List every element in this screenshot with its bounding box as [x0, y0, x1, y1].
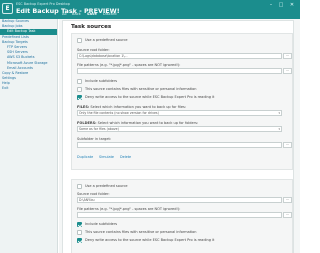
folders-description: FOLDERS: Select which information you wa…	[77, 121, 198, 125]
chevron-down-icon: ▾	[278, 111, 280, 115]
file-pattern-label-2: File patterns (e.g. "*.jpg|*.png" - spac…	[77, 207, 181, 211]
chevron-down-icon: ▾	[278, 127, 280, 131]
duplicate-link[interactable]: Duplicate	[77, 155, 93, 159]
files-select-value: Only the file contents (no show version …	[79, 111, 159, 115]
app-name: ESC Backup Expert Pro Desktop	[16, 2, 70, 6]
browse-button[interactable]: ...	[283, 53, 292, 59]
maximize-button[interactable]: □	[277, 2, 285, 8]
tab-discard[interactable]: Discard	[103, 12, 117, 16]
file-pattern-input-2[interactable]	[77, 212, 282, 218]
file-pattern-input[interactable]	[77, 68, 282, 74]
sidebar: Backup Sources Backup Jobs Edit Backup T…	[0, 19, 58, 253]
simulate-link[interactable]: Simulate	[99, 155, 114, 159]
deny-write-label: Deny write access to the source while ES…	[85, 95, 215, 99]
sensitive-label: This source contains files with sensitiv…	[85, 87, 197, 91]
source-card-1: Use a predefined source Source root fold…	[71, 33, 293, 170]
sensitive-label-2: This source contains files with sensitiv…	[85, 230, 197, 234]
minimize-button[interactable]: –	[267, 2, 275, 8]
use-predefined-checkbox[interactable]	[77, 38, 82, 43]
close-button[interactable]: ✕	[288, 2, 296, 8]
subfolder-label: Subfolder in target:	[77, 137, 112, 141]
root-folder-input[interactable]: C:\Logs\database\location 1\...	[77, 53, 282, 59]
include-subfolders-checkbox-2[interactable]	[77, 222, 82, 227]
subfolder-button[interactable]: ...	[283, 142, 292, 148]
folders-label: FOLDERS:	[77, 121, 97, 125]
root-folder-label: Source root folder:	[77, 48, 110, 52]
task-sources-heading: Task sources	[71, 24, 112, 30]
folders-select-value: Same as for files (above)	[79, 127, 119, 131]
task-sources-panel: Task sources Use a predefined source Sou…	[62, 20, 294, 253]
file-pattern-label: File patterns (e.g. "*.jpg|*.png" - spac…	[77, 63, 181, 67]
sidebar-item-exit[interactable]: Exit	[0, 86, 57, 91]
subfolder-input[interactable]	[77, 142, 282, 148]
delete-link[interactable]: Delete	[120, 155, 131, 159]
files-label: FILES:	[77, 105, 90, 109]
browse-button-2[interactable]: ...	[283, 197, 292, 203]
files-select[interactable]: Only the file contents (no show version …	[77, 110, 282, 116]
sensitive-checkbox-2[interactable]	[77, 230, 82, 235]
use-predefined-label: Use a predefined source	[85, 38, 128, 42]
tab-save[interactable]: Save	[87, 12, 97, 16]
deny-write-label-2: Deny write access to the source while ES…	[85, 238, 215, 242]
folders-desc: Select which information you want to bac…	[97, 121, 199, 125]
source-card-2: Use a predefined source Source root fold…	[71, 179, 293, 253]
tab-back[interactable]: Back	[72, 12, 81, 16]
tab-all[interactable]: All	[62, 12, 66, 16]
sensitive-checkbox[interactable]	[77, 87, 82, 92]
use-predefined-checkbox-2[interactable]	[77, 184, 82, 189]
use-predefined-label-2: Use a predefined source	[85, 184, 128, 188]
main-content[interactable]: Task sources Use a predefined source Sou…	[59, 19, 300, 253]
file-pattern-button[interactable]: ...	[283, 68, 292, 74]
include-subfolders-checkbox[interactable]	[77, 79, 82, 84]
folders-select[interactable]: Same as for files (above) ▾	[77, 126, 282, 132]
files-desc: Select which information you want to bac…	[90, 105, 187, 109]
deny-write-checkbox[interactable]	[77, 95, 82, 100]
app-logo-icon: E	[2, 3, 13, 14]
include-subfolders-label: Include subfolders	[85, 79, 118, 83]
file-pattern-button-2[interactable]: ...	[283, 212, 292, 218]
deny-write-checkbox-2[interactable]	[77, 238, 82, 243]
root-folder-label-2: Source root folder:	[77, 192, 110, 196]
files-description: FILES: Select which information you want…	[77, 105, 186, 109]
title-bar: E ESC Backup Expert Pro Desktop Edit Bac…	[0, 0, 300, 19]
include-subfolders-label-2: Include subfolders	[85, 222, 118, 226]
root-folder-input-2[interactable]: D:\ANY.bu	[77, 197, 282, 203]
